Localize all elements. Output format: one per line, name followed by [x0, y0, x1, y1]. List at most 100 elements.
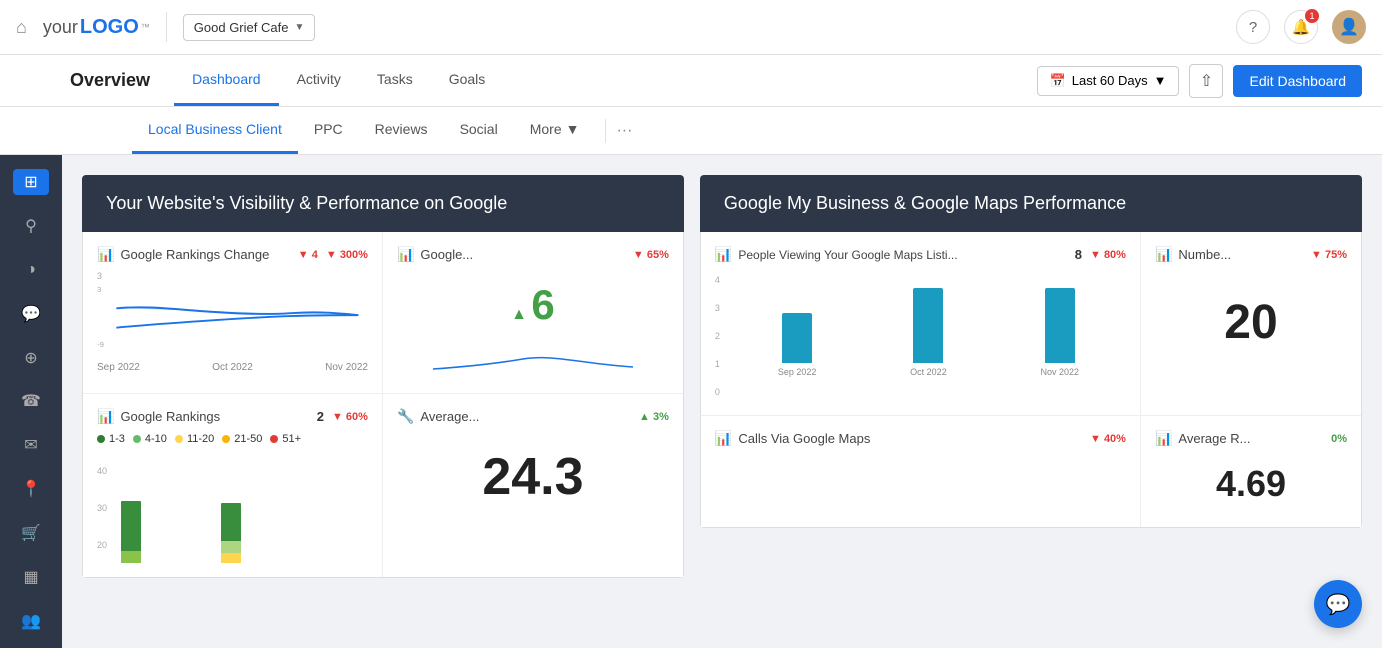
subtab-reviews[interactable]: Reviews	[359, 107, 444, 154]
tab-tasks[interactable]: Tasks	[359, 55, 431, 106]
legend-11-20: 11-20	[175, 433, 214, 445]
top-bar: ⌂ your LOGO ™ Good Grief Cafe ▼ ? 🔔 1 👤	[0, 0, 1382, 55]
calls-maps-widget: 📊 Calls Via Google Maps ▼ 40%	[701, 416, 1141, 527]
pct-badge: 0%	[1331, 433, 1347, 445]
right-bottom-row: 📊 Calls Via Google Maps ▼ 40%	[701, 416, 1361, 527]
date-filter-button[interactable]: 📅 Last 60 Days ▼	[1037, 66, 1180, 96]
y-labels: 3	[97, 271, 368, 281]
legend-4-10: 4-10	[133, 433, 167, 445]
rating-value: 4.69	[1216, 463, 1286, 504]
bar-segment	[221, 553, 241, 563]
left-top-row: 📊 Google Rankings Change ▼ 4 ▼ 300%	[83, 232, 683, 394]
chart-icon: 📊	[715, 246, 732, 263]
tab-dashboard[interactable]: Dashboard	[174, 55, 279, 106]
bar-label: Oct 2022	[910, 367, 947, 377]
up-arrow-icon: ▲	[511, 306, 527, 323]
date-filter-label: Last 60 Days	[1072, 73, 1148, 88]
sidebar-item-chat[interactable]: 💬	[13, 301, 49, 327]
widget-title-row: 📊 Google Rankings	[97, 408, 220, 425]
sidebar-item-location[interactable]: 📍	[13, 476, 49, 502]
sidebar-item-search[interactable]: ⚲	[13, 213, 49, 239]
big-number: 24.3	[482, 448, 583, 506]
bar-label: Sep 2022	[778, 367, 817, 377]
home-icon[interactable]: ⌂	[16, 17, 27, 38]
sidebar-item-phone[interactable]: ☎	[13, 389, 49, 415]
dot	[270, 435, 278, 443]
legend-1-3: 1-3	[97, 433, 125, 445]
dot	[97, 435, 105, 443]
widget-title: Google...	[420, 247, 473, 262]
widget-title: People Viewing Your Google Maps Listi...	[738, 248, 957, 262]
widget-title-row: 📊 Numbe...	[1155, 246, 1231, 263]
subtab-social[interactable]: Social	[444, 107, 514, 154]
svg-text:3: 3	[97, 285, 101, 294]
sidebar-item-social[interactable]: ⊕	[13, 345, 49, 371]
company-dropdown[interactable]: Good Grief Cafe ▼	[183, 14, 316, 41]
sidebar-item-analytics[interactable]: ▦	[13, 564, 49, 590]
widget-header: 📊 People Viewing Your Google Maps Listi.…	[715, 246, 1126, 263]
widget-title-row: 📊 Google Rankings Change	[97, 246, 269, 263]
more-options-icon[interactable]: ···	[616, 122, 632, 140]
pct-badge: ▼ 60%	[332, 411, 368, 423]
sidebar-item-mail[interactable]: ✉	[13, 432, 49, 458]
edit-dashboard-button[interactable]: Edit Dashboard	[1233, 65, 1362, 97]
subtab-ppc[interactable]: PPC	[298, 107, 359, 154]
notifications-button[interactable]: 🔔 1	[1284, 10, 1318, 44]
widget-title: Google Rankings Change	[120, 247, 269, 262]
chat-bubble-button[interactable]: 💬	[1314, 580, 1362, 628]
help-button[interactable]: ?	[1236, 10, 1270, 44]
widget-header: 📊 Google Rankings 2 ▼ 60%	[97, 408, 368, 425]
google-widget: 📊 Google... ▼ 65% ▲ 6	[383, 232, 683, 393]
bar-col-2: Oct 2022	[910, 288, 947, 377]
tab-activity[interactable]: Activity	[279, 55, 359, 106]
bar-segment	[121, 551, 141, 563]
widget-header: 📊 Google Rankings Change ▼ 4 ▼ 300%	[97, 246, 368, 263]
sidebar-item-people[interactable]: 👥	[13, 608, 49, 634]
logo-tm: ™	[141, 22, 150, 32]
bars-area: Sep 2022 Oct 2022 Nov 2022	[731, 271, 1126, 401]
widget-title-row: 📊 Google...	[397, 246, 473, 263]
right-section-header: Google My Business & Google Maps Perform…	[700, 175, 1362, 232]
notification-badge: 1	[1305, 9, 1319, 23]
logo-logo: LOGO	[80, 16, 139, 39]
legend-21-50: 21-50	[222, 433, 262, 445]
average-rating-widget: 📊 Average R... 0% 4.69	[1141, 416, 1361, 527]
badges: 2 ▼ 60%	[317, 409, 368, 424]
overview-title: Overview	[70, 70, 150, 91]
chart-icon: 📊	[715, 430, 732, 447]
secondary-nav: Overview Dashboard Activity Tasks Goals …	[0, 55, 1382, 107]
widget-title: Numbe...	[1178, 247, 1231, 262]
left-section-body: 📊 Google Rankings Change ▼ 4 ▼ 300%	[82, 232, 684, 578]
sidebar-item-grid[interactable]: ⊞	[13, 169, 49, 195]
tab-goals[interactable]: Goals	[431, 55, 504, 106]
sidebar-item-cart[interactable]: 🛒	[13, 520, 49, 546]
widget-header: 🔧 Average... ▲ 3%	[397, 408, 669, 425]
subtab-more[interactable]: More ▼	[514, 107, 596, 154]
bar-label: Nov 2022	[1041, 367, 1080, 377]
left-bottom-row: 📊 Google Rankings 2 ▼ 60%	[83, 394, 683, 577]
x-labels: Sep 2022 Oct 2022 Nov 2022	[97, 362, 368, 373]
content-area: ⊞ ⚲ ◑ 💬 ⊕ ☎ ✉ 📍 🛒 ▦ 👥 Your Website's Vis…	[0, 155, 1382, 648]
value: 8	[1075, 247, 1082, 262]
widget-badges: ▼ 4 ▼ 300%	[298, 249, 368, 261]
y-axis: 40 30 20	[97, 453, 107, 563]
subtab-local-business[interactable]: Local Business Client	[132, 107, 298, 154]
right-section-body: 📊 People Viewing Your Google Maps Listi.…	[700, 232, 1362, 528]
widget-title-row: 📊 Calls Via Google Maps	[715, 430, 870, 447]
legend: 1-3 4-10 11-20	[97, 433, 368, 445]
widget-value: ▲ 6	[397, 271, 669, 339]
rankings-change-widget: 📊 Google Rankings Change ▼ 4 ▼ 300%	[83, 232, 383, 393]
sidebar-item-chart[interactable]: ◑	[13, 257, 49, 283]
bars-container	[121, 453, 241, 563]
bar-group-3	[221, 503, 241, 563]
maps-bar-chart: 4 3 2 1 0 Sep 20	[715, 271, 1126, 401]
svg-text:-9: -9	[97, 340, 104, 349]
avatar[interactable]: 👤	[1332, 10, 1366, 44]
widget-title-row: 📊 Average R...	[1155, 430, 1250, 447]
share-button[interactable]: ⇧	[1189, 64, 1223, 98]
widget-title: Average R...	[1178, 431, 1250, 446]
widget-title: Calls Via Google Maps	[738, 431, 870, 446]
pct-badge: ▼ 40%	[1090, 433, 1126, 445]
sidebar: ⊞ ⚲ ◑ 💬 ⊕ ☎ ✉ 📍 🛒 ▦ 👥	[0, 155, 62, 648]
main-content: Your Website's Visibility & Performance …	[62, 155, 1382, 648]
